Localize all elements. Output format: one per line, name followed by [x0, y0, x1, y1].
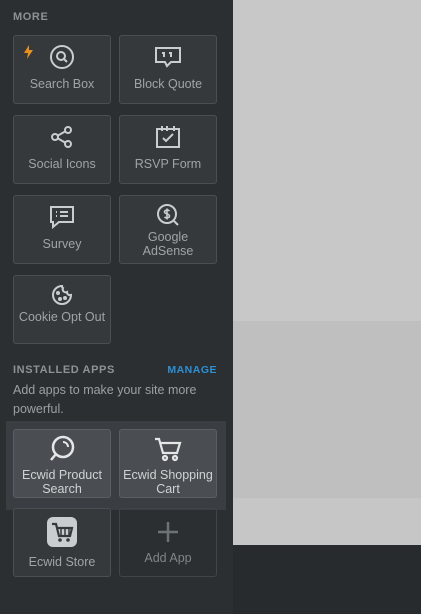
tile-label: Add App [144, 551, 192, 565]
cookie-opt-out-tile[interactable]: Cookie Opt Out [13, 275, 111, 344]
canvas-section-lower [233, 498, 421, 545]
tile-label: Ecwid Shopping Cart [123, 468, 213, 496]
google-adsense-tile[interactable]: Google AdSense [119, 195, 217, 264]
block-quote-tile[interactable]: Block Quote [119, 35, 217, 104]
canvas-section-band [233, 321, 421, 498]
search-icon [14, 44, 110, 70]
quote-icon [120, 44, 216, 70]
rsvp-form-tile[interactable]: RSVP Form [119, 115, 217, 184]
survey-tile[interactable]: Survey [13, 195, 111, 264]
tile-label: Survey [42, 237, 82, 251]
element-sidebar: MORE Search Box Block Quote Social Icons… [0, 0, 233, 614]
cookie-icon [14, 282, 110, 308]
tile-label: Google AdSense [142, 230, 194, 258]
ecwid-store-tile[interactable]: Ecwid Store [13, 508, 111, 577]
cart-icon [120, 436, 216, 462]
dollar-search-icon [120, 202, 216, 228]
calendar-check-icon [120, 124, 216, 150]
tile-label: Search Box [29, 77, 95, 91]
tile-label: Block Quote [133, 77, 203, 91]
ecwid-shopping-cart-tile[interactable]: Ecwid Shopping Cart [119, 429, 217, 498]
section-title-more: MORE [13, 11, 49, 23]
ecwid-product-search-tile[interactable]: Ecwid Product Search [13, 429, 111, 498]
tile-label: Social Icons [28, 157, 96, 171]
tile-label: Ecwid Product Search [22, 468, 102, 496]
search-box-tile[interactable]: Search Box [13, 35, 111, 104]
tile-label: RSVP Form [134, 157, 202, 171]
manage-apps-link[interactable]: MANAGE [167, 364, 217, 376]
social-icons-tile[interactable]: Social Icons [13, 115, 111, 184]
share-icon [14, 124, 110, 150]
page-canvas-preview [233, 0, 421, 545]
tile-label: Ecwid Store [28, 555, 96, 569]
section-title-installed-apps: INSTALLED APPS [13, 364, 115, 376]
add-app-tile[interactable]: Add App [119, 508, 217, 577]
product-search-icon [14, 435, 110, 462]
installed-apps-description: Add apps to make your site more powerful… [13, 383, 197, 416]
plus-icon [120, 519, 216, 545]
tile-label: Cookie Opt Out [18, 310, 106, 324]
store-basket-icon [14, 516, 110, 548]
chat-list-icon [14, 204, 110, 230]
